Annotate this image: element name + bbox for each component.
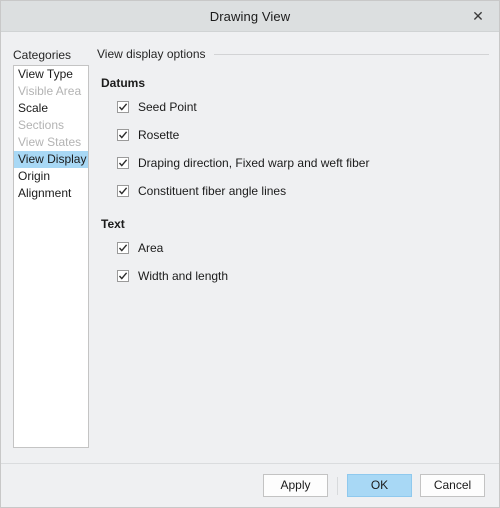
datums-group-title: Datums: [101, 76, 146, 90]
checkbox-row-seed-point[interactable]: Seed Point: [117, 99, 489, 115]
sidebar-item-alignment[interactable]: Alignment: [14, 185, 88, 202]
check-icon: [118, 131, 128, 139]
seed-point-checkbox[interactable]: [117, 101, 129, 113]
cancel-button[interactable]: Cancel: [420, 474, 485, 497]
categories-list[interactable]: View Type Visible Area Scale Sections Vi…: [13, 65, 89, 448]
rosette-label: Rosette: [138, 128, 180, 142]
sidebar-item-visible-area: Visible Area: [18, 84, 82, 98]
sidebar-item-view-type[interactable]: View Type: [14, 66, 88, 83]
constituent-fiber-angle-lines-label: Constituent fiber angle lines: [138, 184, 287, 198]
check-icon: [118, 103, 128, 111]
categories-label: Categories: [13, 48, 72, 62]
checkbox-row-rosette[interactable]: Rosette: [117, 127, 489, 143]
checkbox-row-constituent-fiber-angle-lines[interactable]: Constituent fiber angle lines: [117, 183, 489, 199]
area-label: Area: [138, 241, 164, 255]
sidebar-item-sections: Sections: [18, 118, 65, 132]
checkbox-row-draping-direction[interactable]: Draping direction, Fixed warp and weft f…: [117, 155, 489, 171]
sidebar-item-scale[interactable]: Scale: [14, 100, 88, 117]
panel-header-rule: [213, 53, 489, 55]
constituent-fiber-angle-lines-checkbox[interactable]: [117, 185, 129, 197]
dialog-title: Drawing View: [209, 8, 291, 24]
area-checkbox[interactable]: [117, 242, 129, 254]
draping-direction-checkbox[interactable]: [117, 157, 129, 169]
sidebar-item-origin[interactable]: Origin: [14, 168, 88, 185]
check-icon: [118, 244, 128, 252]
sidebar-item-view-states: View States: [18, 135, 82, 149]
draping-direction-label: Draping direction, Fixed warp and weft f…: [138, 156, 370, 170]
check-icon: [118, 187, 128, 195]
apply-button[interactable]: Apply: [263, 474, 328, 497]
dialog-footer: Apply OK Cancel: [1, 463, 499, 507]
check-icon: [118, 159, 128, 167]
dialog-titlebar: Drawing View ✕: [1, 1, 499, 32]
text-group: Text Area Width and length: [97, 217, 489, 284]
width-and-length-label: Width and length: [138, 269, 229, 283]
text-group-title: Text: [101, 217, 125, 231]
footer-separator: [337, 476, 338, 495]
panel-header-label: View display options: [97, 47, 206, 61]
width-and-length-checkbox[interactable]: [117, 270, 129, 282]
view-display-panel: View display options Datums Seed Point R…: [97, 46, 489, 463]
panel-header: View display options: [97, 46, 489, 62]
ok-button[interactable]: OK: [347, 474, 412, 497]
rosette-checkbox[interactable]: [117, 129, 129, 141]
checkbox-row-area[interactable]: Area: [117, 240, 489, 256]
check-icon: [118, 272, 128, 280]
drawing-view-dialog: Drawing View ✕ Categories View Type Visi…: [0, 0, 500, 508]
dialog-body: Categories View Type Visible Area Scale …: [1, 32, 499, 463]
checkbox-row-width-and-length[interactable]: Width and length: [117, 268, 489, 284]
close-icon[interactable]: ✕: [457, 1, 499, 31]
sidebar-item-view-display[interactable]: View Display: [14, 151, 88, 168]
seed-point-label: Seed Point: [138, 100, 197, 114]
datums-group: Datums Seed Point Rosette Draping direct…: [97, 76, 489, 199]
